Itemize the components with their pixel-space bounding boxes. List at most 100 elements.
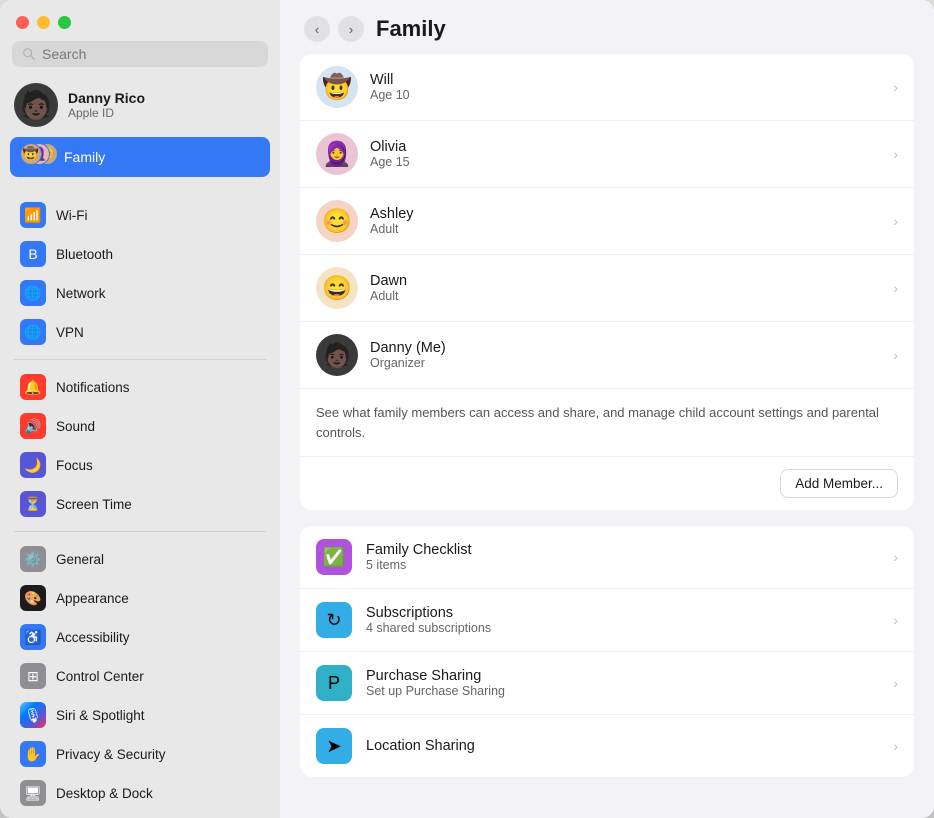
sidebar-item-label-notifications: Notifications xyxy=(56,380,130,395)
member-role: Age 15 xyxy=(370,155,881,169)
feature-name: Purchase Sharing xyxy=(366,668,879,684)
sidebar-item-sound[interactable]: 🔊 Sound xyxy=(6,407,274,445)
search-placeholder: Search xyxy=(42,46,86,62)
sidebar-item-siri[interactable]: 🎙 Siri & Spotlight xyxy=(6,696,274,734)
sidebar-item-focus[interactable]: 🌙 Focus xyxy=(6,446,274,484)
feature-row-checklist[interactable]: ✅ Family Checklist 5 items › xyxy=(300,526,914,589)
sidebar-item-network[interactable]: 🌐 Network xyxy=(6,274,274,312)
member-avatar: 🤠 xyxy=(316,66,358,108)
wifi-icon: 📶 xyxy=(20,202,46,228)
table-row[interactable]: 😊 Ashley Adult › xyxy=(300,188,914,255)
sidebar-item-controlcenter[interactable]: ⊞ Control Center xyxy=(6,657,274,695)
sidebar-item-label-screentime: Screen Time xyxy=(56,497,132,512)
screentime-icon: ⏳ xyxy=(20,491,46,517)
member-name: Dawn xyxy=(370,273,881,289)
forward-icon: › xyxy=(349,22,353,37)
user-subtitle: Apple ID xyxy=(68,106,145,120)
search-box[interactable]: Search xyxy=(12,41,268,67)
sidebar: Search 🧑🏿 Danny Rico Apple ID 🤠 🧕 😊 Fami… xyxy=(0,0,280,818)
feature-name: Location Sharing xyxy=(366,738,879,754)
user-name: Danny Rico xyxy=(68,90,145,106)
feature-info: Purchase Sharing Set up Purchase Sharing xyxy=(366,668,879,698)
minimize-button[interactable] xyxy=(37,16,50,29)
features-list: ✅ Family Checklist 5 items › ↻ Subscript… xyxy=(300,526,914,777)
user-profile[interactable]: 🧑🏿 Danny Rico Apple ID xyxy=(0,75,280,135)
chevron-right-icon: › xyxy=(893,280,898,296)
sidebar-item-appearance[interactable]: 🎨 Appearance xyxy=(6,579,274,617)
checklist-icon: ✅ xyxy=(316,539,352,575)
maximize-button[interactable] xyxy=(58,16,71,29)
family-avatar-1: 🤠 xyxy=(20,143,42,165)
close-button[interactable] xyxy=(16,16,29,29)
privacy-icon: ✋ xyxy=(20,741,46,767)
feature-row-subscriptions[interactable]: ↻ Subscriptions 4 shared subscriptions › xyxy=(300,589,914,652)
chevron-right-icon: › xyxy=(893,146,898,162)
chevron-right-icon: › xyxy=(893,549,898,565)
sidebar-item-family[interactable]: 🤠 🧕 😊 Family xyxy=(10,137,270,177)
network-icon: 🌐 xyxy=(20,280,46,306)
table-row[interactable]: 🤠 Will Age 10 › xyxy=(300,54,914,121)
chevron-right-icon: › xyxy=(893,675,898,691)
sidebar-item-vpn[interactable]: 🌐 VPN xyxy=(6,313,274,351)
member-info: Danny (Me) Organizer xyxy=(370,340,881,370)
main-content: ‹ › Family 🤠 Will Age 10 › 🧕 Olivia Age … xyxy=(280,0,934,818)
sidebar-divider-2 xyxy=(14,359,266,360)
sidebar-item-label-appearance: Appearance xyxy=(56,591,129,606)
member-name: Ashley xyxy=(370,206,881,222)
members-card: 🤠 Will Age 10 › 🧕 Olivia Age 15 › 😊 Ashl… xyxy=(300,54,914,510)
chevron-right-icon: › xyxy=(893,213,898,229)
member-avatar: 😊 xyxy=(316,200,358,242)
subscriptions-icon: ↻ xyxy=(316,602,352,638)
member-info: Will Age 10 xyxy=(370,72,881,102)
feature-row-location[interactable]: ➤ Location Sharing › xyxy=(300,715,914,777)
sidebar-item-general[interactable]: ⚙️ General xyxy=(6,540,274,578)
appearance-icon: 🎨 xyxy=(20,585,46,611)
add-member-button[interactable]: Add Member... xyxy=(780,469,898,498)
page-title: Family xyxy=(376,16,446,42)
member-avatar: 🧕 xyxy=(316,133,358,175)
search-icon xyxy=(22,47,36,61)
chevron-right-icon: › xyxy=(893,79,898,95)
member-role: Organizer xyxy=(370,356,881,370)
features-card: ✅ Family Checklist 5 items › ↻ Subscript… xyxy=(300,526,914,777)
family-avatars: 🤠 🧕 😊 xyxy=(20,143,56,171)
member-role: Adult xyxy=(370,222,881,236)
vpn-icon: 🌐 xyxy=(20,319,46,345)
sidebar-item-privacy[interactable]: ✋ Privacy & Security xyxy=(6,735,274,773)
sidebar-item-accessibility[interactable]: ♿ Accessibility xyxy=(6,618,274,656)
sidebar-item-screentime[interactable]: ⏳ Screen Time xyxy=(6,485,274,523)
member-role: Adult xyxy=(370,289,881,303)
table-row[interactable]: 🧑🏿 Danny (Me) Organizer › xyxy=(300,322,914,388)
sidebar-item-wifi[interactable]: 📶 Wi-Fi xyxy=(6,196,274,234)
sidebar-family-label: Family xyxy=(64,149,105,165)
feature-name: Subscriptions xyxy=(366,605,879,621)
chevron-right-icon: › xyxy=(893,612,898,628)
forward-button[interactable]: › xyxy=(338,16,364,42)
sidebar-item-notifications[interactable]: 🔔 Notifications xyxy=(6,368,274,406)
notifications-icon: 🔔 xyxy=(20,374,46,400)
controlcenter-icon: ⊞ xyxy=(20,663,46,689)
sidebar-item-label-siri: Siri & Spotlight xyxy=(56,708,145,723)
member-name: Will xyxy=(370,72,881,88)
feature-row-purchase[interactable]: P Purchase Sharing Set up Purchase Shari… xyxy=(300,652,914,715)
table-row[interactable]: 🧕 Olivia Age 15 › xyxy=(300,121,914,188)
sidebar-item-bluetooth[interactable]: B Bluetooth xyxy=(6,235,274,273)
back-button[interactable]: ‹ xyxy=(304,16,330,42)
feature-sub: Set up Purchase Sharing xyxy=(366,684,879,698)
sidebar-item-desktop[interactable]: 🖥 Desktop & Dock xyxy=(6,774,274,812)
general-icon: ⚙️ xyxy=(20,546,46,572)
sidebar-item-label-sound: Sound xyxy=(56,419,95,434)
purchase-icon: P xyxy=(316,665,352,701)
focus-icon: 🌙 xyxy=(20,452,46,478)
description-text: See what family members can access and s… xyxy=(300,388,914,456)
feature-sub: 5 items xyxy=(366,558,879,572)
add-member-container: Add Member... xyxy=(300,456,914,510)
member-name: Danny (Me) xyxy=(370,340,881,356)
traffic-lights xyxy=(0,0,280,37)
member-info: Dawn Adult xyxy=(370,273,881,303)
sidebar-divider-3 xyxy=(14,531,266,532)
window: Search 🧑🏿 Danny Rico Apple ID 🤠 🧕 😊 Fami… xyxy=(0,0,934,818)
sidebar-item-label-accessibility: Accessibility xyxy=(56,630,130,645)
table-row[interactable]: 😄 Dawn Adult › xyxy=(300,255,914,322)
desktop-icon: 🖥 xyxy=(20,780,46,806)
